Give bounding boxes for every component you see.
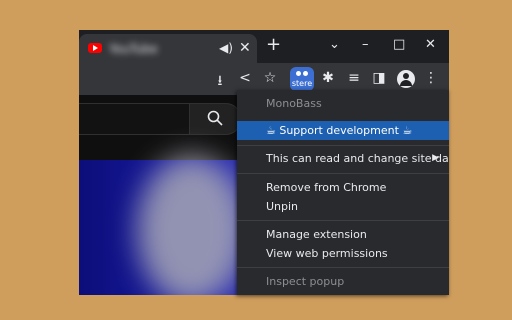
new-tab-button[interactable]: + — [266, 34, 281, 55]
extension-eye-right — [303, 71, 308, 76]
bookmark-star-icon[interactable]: ☆ — [262, 70, 278, 86]
menu-divider — [237, 220, 449, 221]
extension-badge-icon[interactable]: stere — [290, 67, 314, 91]
share-icon[interactable]: < — [237, 70, 253, 86]
menu-item-site-access[interactable]: This can read and change site data ▶ — [237, 149, 449, 168]
menu-item-view-permissions[interactable]: View web permissions — [237, 244, 449, 263]
close-window-button[interactable]: ✕ — [425, 37, 436, 52]
tab-youtube[interactable]: YouTube ◀) ✕ — [79, 34, 257, 63]
maximize-button[interactable]: □ — [393, 37, 405, 52]
profile-icon[interactable] — [397, 70, 415, 88]
menu-item-inspect-popup: Inspect popup — [266, 275, 345, 288]
submenu-arrow-icon: ▶ — [432, 153, 439, 163]
tab-title: YouTube — [109, 42, 158, 56]
youtube-favicon-icon — [88, 43, 102, 53]
tab-strip: YouTube ◀) ✕ + ⌄ – □ ✕ — [79, 30, 449, 63]
minimize-button[interactable]: – — [362, 37, 369, 52]
menu-divider — [237, 267, 449, 268]
video-figure — [137, 155, 247, 295]
puzzle-extensions-icon[interactable]: ✱ — [320, 70, 336, 86]
search-icon — [207, 110, 223, 126]
search-input[interactable] — [79, 103, 190, 135]
side-panel-icon[interactable]: ◨ — [371, 70, 387, 86]
install-icon[interactable]: ⭳ — [212, 70, 228, 94]
extension-badge-label: stere — [291, 79, 313, 88]
audio-playing-icon[interactable]: ◀) — [219, 41, 233, 55]
menu-item-remove[interactable]: Remove from Chrome — [237, 178, 449, 197]
search-button[interactable] — [190, 103, 241, 135]
kebab-menu-icon[interactable]: ⋮ — [423, 70, 439, 86]
menu-divider — [237, 173, 449, 174]
menu-divider — [237, 145, 449, 146]
extension-eye-left — [296, 71, 301, 76]
tab-close-icon[interactable]: ✕ — [239, 40, 251, 56]
menu-item-support-development[interactable]: ☕ Support development ☕ — [237, 121, 449, 140]
menu-item-manage-extension[interactable]: Manage extension — [237, 225, 449, 244]
menu-item-unpin[interactable]: Unpin — [237, 197, 449, 216]
menu-item-label: This can read and change site data — [266, 152, 449, 165]
tab-search-chevron-icon[interactable]: ⌄ — [329, 37, 340, 52]
reading-list-icon[interactable]: ≡ — [346, 70, 362, 86]
extension-context-menu: MonoBass ☕ Support development ☕ This ca… — [237, 90, 449, 295]
menu-header: MonoBass — [266, 97, 322, 110]
